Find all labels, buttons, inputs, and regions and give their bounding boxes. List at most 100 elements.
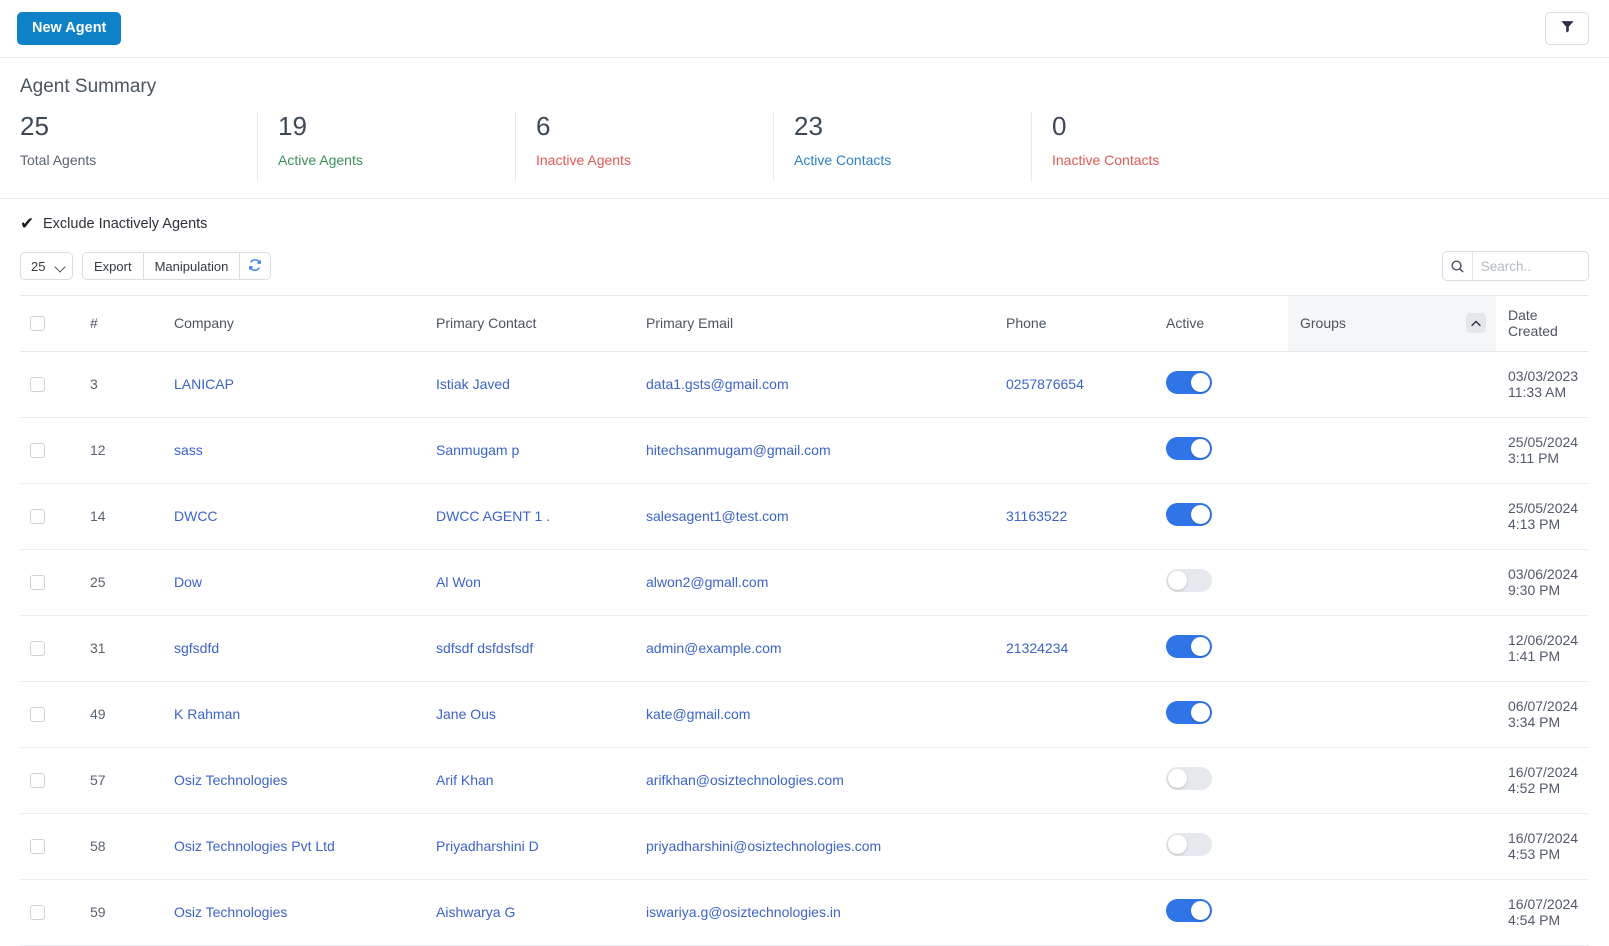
company-link[interactable]: Dow xyxy=(174,574,202,590)
email-link[interactable]: alwon2@gmall.com xyxy=(646,574,768,590)
active-toggle[interactable] xyxy=(1166,503,1212,526)
summary-card-total-agents: 25 Total Agents xyxy=(0,112,258,182)
cell-date-created: 03/06/2024 9:30 PM xyxy=(1496,549,1589,616)
contact-link[interactable]: Arif Khan xyxy=(436,772,494,788)
row-checkbox[interactable] xyxy=(30,904,45,920)
phone-link[interactable]: 21324234 xyxy=(1006,640,1068,656)
company-link[interactable]: Osiz Technologies Pvt Ltd xyxy=(174,838,335,854)
email-link[interactable]: admin@example.com xyxy=(646,640,782,656)
active-toggle[interactable] xyxy=(1166,899,1212,922)
column-header-number[interactable]: # xyxy=(78,295,162,352)
chevron-up-icon[interactable] xyxy=(1466,313,1486,333)
cell-company: sgfsdfd xyxy=(162,615,424,682)
row-checkbox[interactable] xyxy=(30,442,45,458)
search-box[interactable] xyxy=(1442,251,1589,281)
column-header-company[interactable]: Company xyxy=(162,295,424,352)
active-toggle[interactable] xyxy=(1166,767,1212,790)
exclude-inactive-checkbox[interactable]: ✔ xyxy=(20,215,34,232)
column-header-date-created[interactable]: Date Created xyxy=(1496,295,1589,352)
new-agent-button[interactable]: New Agent xyxy=(17,11,122,46)
contact-link[interactable]: sdfsdf dsfdsfsdf xyxy=(436,640,533,656)
email-link[interactable]: hitechsanmugam@gmail.com xyxy=(646,442,831,458)
table-row[interactable]: 31 sgfsdfd sdfsdf dsfdsfsdf admin@example.c… xyxy=(20,615,1589,682)
contact-link[interactable]: Priyadharshini D xyxy=(436,838,539,854)
toggle-knob xyxy=(1191,439,1210,458)
cell-active xyxy=(1154,351,1288,418)
cell-date-created: 12/06/2024 1:41 PM xyxy=(1496,615,1589,682)
cell-company: K Rahman xyxy=(162,681,424,748)
table-row[interactable]: 49 K Rahman Jane Ous kate@gmail.com 06/07/20… xyxy=(20,681,1589,748)
cell-number: 59 xyxy=(78,879,162,946)
contact-link[interactable]: Istiak Javed xyxy=(436,376,510,392)
email-link[interactable]: iswariya.g@osiztechnologies.in xyxy=(646,904,841,920)
cell-active xyxy=(1154,681,1288,748)
table-row[interactable]: 3 LANICAP Istiak Javed data1.gsts@gmail.com… xyxy=(20,351,1589,418)
contact-link[interactable]: Aishwarya G xyxy=(436,904,515,920)
cell-number: 25 xyxy=(78,549,162,616)
email-link[interactable]: salesagent1@test.com xyxy=(646,508,789,524)
contact-link[interactable]: DWCC AGENT 1 . xyxy=(436,508,550,524)
email-link[interactable]: data1.gsts@gmail.com xyxy=(646,376,789,392)
row-checkbox[interactable] xyxy=(30,838,45,854)
company-link[interactable]: K Rahman xyxy=(174,706,240,722)
company-link[interactable]: sass xyxy=(174,442,203,458)
company-link[interactable]: Osiz Technologies xyxy=(174,904,287,920)
phone-link[interactable]: 31163522 xyxy=(1006,508,1067,524)
active-toggle[interactable] xyxy=(1166,833,1212,856)
cell-primary-contact: Sanmugam p xyxy=(424,417,634,484)
row-checkbox[interactable] xyxy=(30,772,45,788)
row-checkbox[interactable] xyxy=(30,376,45,392)
row-checkbox[interactable] xyxy=(30,640,45,656)
active-toggle[interactable] xyxy=(1166,701,1212,724)
column-select-all xyxy=(20,295,78,352)
summary-card-active-contacts: 23 Active Contacts xyxy=(774,112,1032,182)
row-select-cell xyxy=(20,417,78,484)
table-row[interactable]: 12 sass Sanmugam p hitechsanmugam@gmail.com… xyxy=(20,417,1589,484)
select-all-checkbox[interactable] xyxy=(30,315,45,331)
active-toggle[interactable] xyxy=(1166,437,1212,460)
row-checkbox[interactable] xyxy=(30,706,45,722)
email-link[interactable]: arifkhan@osiztechnologies.com xyxy=(646,772,844,788)
contact-link[interactable]: Sanmugam p xyxy=(436,442,519,458)
company-link[interactable]: DWCC xyxy=(174,508,218,524)
table-row[interactable]: 59 Osiz Technologies Aishwarya G iswariya.g… xyxy=(20,879,1589,946)
company-link[interactable]: LANICAP xyxy=(174,376,234,392)
cell-number: 31 xyxy=(78,615,162,682)
company-link[interactable]: Osiz Technologies xyxy=(174,772,287,788)
table-row[interactable]: 58 Osiz Technologies Pvt Ltd Priyadharshin… xyxy=(20,813,1589,880)
table-row[interactable]: 25 Dow Al Won alwon2@gmall.com 03/06/2024 9:… xyxy=(20,549,1589,616)
phone-link[interactable]: 0257876654 xyxy=(1006,376,1084,392)
cell-date-created: 25/05/2024 4:13 PM xyxy=(1496,483,1589,550)
cell-number: 49 xyxy=(78,681,162,748)
column-header-primary-email[interactable]: Primary Email xyxy=(634,295,994,352)
email-link[interactable]: kate@gmail.com xyxy=(646,706,750,722)
column-header-active[interactable]: Active xyxy=(1154,295,1288,352)
filter-button[interactable] xyxy=(1545,12,1589,45)
table-actions: 25 Export Manipulation xyxy=(20,252,272,280)
manipulation-button[interactable]: Manipulation xyxy=(142,252,241,280)
row-checkbox[interactable] xyxy=(30,574,45,590)
email-link[interactable]: priyadharshini@osiztechnologies.com xyxy=(646,838,881,854)
active-toggle[interactable] xyxy=(1166,569,1212,592)
column-header-phone[interactable]: Phone xyxy=(994,295,1154,352)
company-link[interactable]: sgfsdfd xyxy=(174,640,219,656)
active-toggle[interactable] xyxy=(1166,635,1212,658)
page-size-select[interactable]: 25 xyxy=(20,252,73,280)
row-checkbox[interactable] xyxy=(30,508,45,524)
active-toggle[interactable] xyxy=(1166,371,1212,394)
table-row[interactable]: 57 Osiz Technologies Arif Khan arifkhan@osi… xyxy=(20,747,1589,814)
agents-table-wrap: # Company Primary Contact Primary Email … xyxy=(0,295,1609,946)
summary-cards: 25 Total Agents 19 Active Agents 6 Inact… xyxy=(0,112,1609,198)
cell-groups xyxy=(1288,615,1496,682)
contact-link[interactable]: Jane Ous xyxy=(436,706,496,722)
export-button[interactable]: Export xyxy=(82,252,144,280)
cell-primary-email: admin@example.com xyxy=(634,615,994,682)
table-row[interactable]: 14 DWCC DWCC AGENT 1 . salesagent1@test.com… xyxy=(20,483,1589,550)
refresh-button[interactable] xyxy=(239,252,272,280)
contact-link[interactable]: Al Won xyxy=(436,574,481,590)
search-input[interactable] xyxy=(1472,252,1588,280)
column-header-groups[interactable]: Groups xyxy=(1288,295,1496,352)
toggle-knob xyxy=(1191,703,1210,722)
column-header-primary-contact[interactable]: Primary Contact xyxy=(424,295,634,352)
cell-primary-contact: DWCC AGENT 1 . xyxy=(424,483,634,550)
